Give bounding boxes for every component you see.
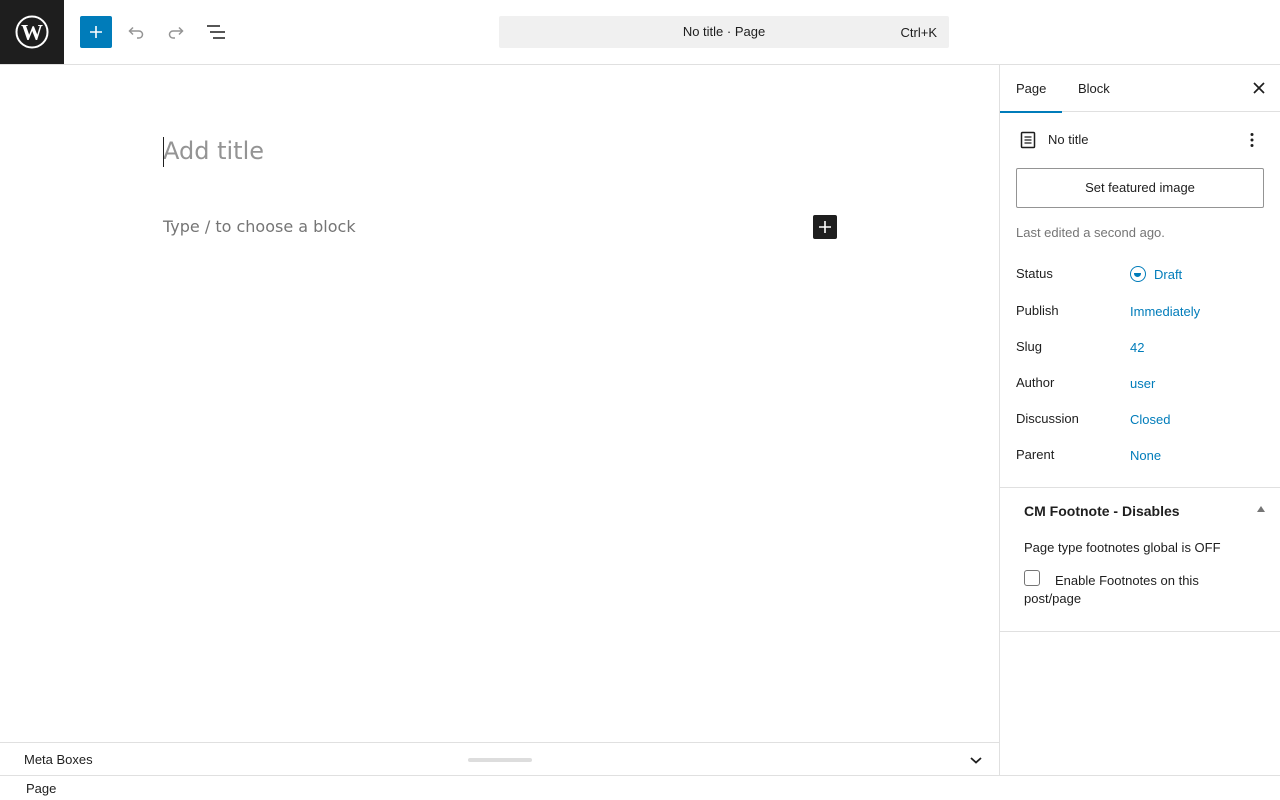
default-block-appender[interactable]: Type / to choose a block: [163, 217, 356, 236]
panel-note: Page type footnotes global is OFF: [1024, 540, 1221, 555]
parent-value-button[interactable]: None: [1130, 448, 1161, 463]
enable-footnotes-label: Enable Footnotes on this post/page: [1024, 573, 1199, 606]
document-overview-button[interactable]: [200, 16, 232, 48]
wordpress-icon: W: [15, 15, 49, 49]
publish-value-button[interactable]: Immediately: [1130, 304, 1200, 319]
property-label: Author: [1016, 375, 1055, 390]
tab-block[interactable]: Block: [1062, 65, 1126, 112]
text-caret: [163, 137, 164, 167]
plus-icon: [90, 26, 102, 38]
property-row-parent: Parent None: [1016, 447, 1266, 467]
property-row-slug: Slug 42: [1016, 339, 1266, 359]
property-label: Slug: [1016, 339, 1043, 354]
plus-icon: [819, 221, 831, 233]
set-featured-image-button[interactable]: Set featured image: [1016, 168, 1264, 208]
property-row-publish: Publish Immediately: [1016, 303, 1266, 323]
page-icon: [1020, 131, 1036, 149]
property-label: Discussion: [1016, 411, 1079, 426]
post-title-input[interactable]: Add title: [163, 137, 264, 165]
footnote-meta-panel: CM Footnote - Disables Page type footnot…: [1000, 487, 1280, 632]
sidebar-tabs: Page Block: [1000, 65, 1280, 113]
close-icon: [1253, 82, 1265, 94]
meta-boxes-bar: Meta Boxes: [0, 742, 999, 776]
svg-text:W: W: [21, 20, 43, 45]
keyboard-shortcut: Ctrl+K: [900, 25, 937, 40]
enable-footnotes-checkbox[interactable]: [1024, 570, 1040, 586]
redo-icon: [168, 26, 184, 39]
block-inserter-button[interactable]: [813, 215, 837, 239]
redo-button[interactable]: [160, 16, 192, 48]
post-title: No title: [1048, 132, 1089, 147]
property-row-author: Author user: [1016, 375, 1266, 395]
property-row-status: Status Draft: [1016, 266, 1266, 286]
collapse-panel-icon[interactable]: [1257, 506, 1265, 512]
slug-value-button[interactable]: 42: [1130, 340, 1144, 355]
document-title: No title · Page: [682, 24, 766, 39]
more-vertical-icon: [1250, 133, 1254, 147]
meta-boxes-label: Meta Boxes: [24, 752, 93, 767]
post-actions-button[interactable]: [1242, 128, 1262, 152]
wordpress-logo-button[interactable]: W: [0, 0, 64, 64]
add-block-button[interactable]: [80, 16, 112, 48]
property-row-discussion: Discussion Closed: [1016, 411, 1266, 431]
meta-boxes-toggle-button[interactable]: [966, 752, 986, 768]
list-view-icon: [207, 25, 225, 39]
draft-status-icon: [1130, 266, 1146, 282]
top-toolbar: W No title · Page Ctrl+K: [0, 0, 1280, 65]
property-label: Status: [1016, 266, 1053, 281]
editor-canvas: Add title Type / to choose a block: [0, 65, 999, 742]
last-edited-text: Last edited a second ago.: [1016, 225, 1165, 240]
status-value-button[interactable]: Draft: [1154, 267, 1182, 282]
property-label: Publish: [1016, 303, 1059, 318]
command-palette-button[interactable]: No title · Page Ctrl+K: [499, 16, 949, 48]
tab-page[interactable]: Page: [1000, 65, 1062, 113]
discussion-value-button[interactable]: Closed: [1130, 412, 1170, 427]
chevron-down-icon: [970, 757, 982, 764]
property-label: Parent: [1016, 447, 1055, 462]
footer-breadcrumb-bar: Page: [0, 775, 1280, 800]
resize-handle[interactable]: [468, 758, 532, 762]
close-sidebar-button[interactable]: [1249, 78, 1269, 98]
panel-title[interactable]: CM Footnote - Disables: [1024, 503, 1180, 519]
settings-sidebar: Page Block No title Set featured image L…: [999, 65, 1280, 775]
breadcrumb-page[interactable]: Page: [26, 781, 56, 796]
undo-icon: [128, 26, 144, 39]
author-value-button[interactable]: user: [1130, 376, 1155, 391]
undo-button[interactable]: [120, 16, 152, 48]
